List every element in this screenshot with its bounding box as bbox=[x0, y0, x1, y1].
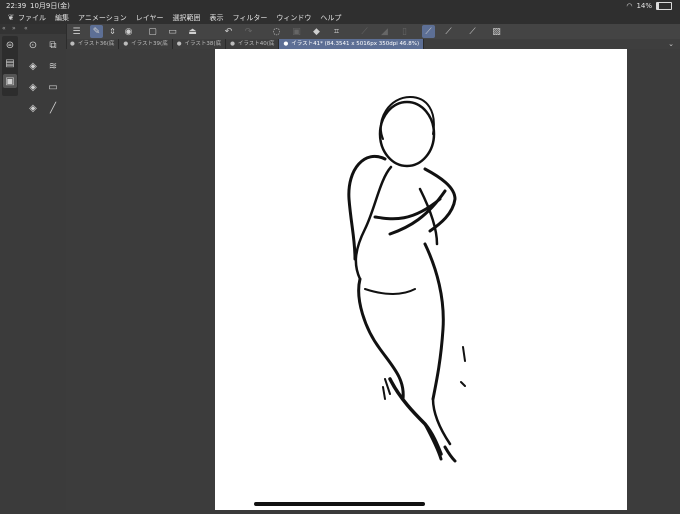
new-icon[interactable]: ▢ bbox=[146, 25, 159, 38]
menu-filter[interactable]: フィルター bbox=[233, 12, 268, 24]
menu-icon[interactable]: ☰ bbox=[70, 25, 83, 38]
home-indicator[interactable] bbox=[254, 502, 425, 506]
menu-selection[interactable]: 選択範囲 bbox=[173, 12, 201, 24]
status-time: 22:39 bbox=[6, 2, 27, 10]
sketch-right-leg bbox=[423, 242, 445, 401]
save-icon[interactable]: ⏏ bbox=[186, 25, 199, 38]
frame-icon[interactable]: ▯ bbox=[398, 25, 411, 38]
ruler-icon[interactable]: ⟋ bbox=[442, 25, 455, 38]
tab-dot: ● bbox=[123, 41, 129, 47]
lasso-icon[interactable]: ◌ bbox=[270, 25, 283, 38]
status-right: ◠ 14% bbox=[626, 0, 672, 12]
redo-icon[interactable]: ↷ bbox=[242, 25, 255, 38]
sketch-head-line bbox=[379, 96, 435, 140]
settings-icon[interactable]: ▧ bbox=[490, 25, 503, 38]
menu-bar: ❦ ファイル 編集 アニメーション レイヤー 選択範囲 表示 フィルター ウィン… bbox=[0, 12, 680, 24]
menu-edit[interactable]: 編集 bbox=[55, 12, 69, 24]
tab-label: イラスト39(底 bbox=[131, 41, 168, 47]
command-bar: ☰ ✎ ⇕ ◉ ▢ ▭ ⏏ ↶ ↷ ◌ ▣ ◆ ⌗ ⟋ ◢ ▯ ⟋ ⟋ ⟋ ▧ bbox=[66, 24, 680, 40]
collapse-icon[interactable]: « bbox=[24, 25, 28, 32]
transform-icon[interactable]: ⟋ bbox=[358, 25, 371, 38]
battery-icon bbox=[656, 2, 672, 10]
tab-dot: ● bbox=[230, 41, 235, 47]
document-icon[interactable]: ▤ bbox=[3, 56, 17, 70]
eraser-icon[interactable]: ◈ bbox=[26, 59, 40, 73]
pen-icon[interactable]: ✎ bbox=[90, 25, 103, 38]
wifi-icon: ◠ bbox=[626, 2, 633, 10]
undo-icon[interactable]: ↶ bbox=[222, 25, 235, 38]
tab-doc-38[interactable]: ● イラスト38(底 bbox=[173, 39, 227, 49]
tab-doc-36[interactable]: ● イラスト36(底 bbox=[66, 39, 120, 49]
chevron-down-icon[interactable]: ⌄ bbox=[668, 40, 674, 48]
tool-panel: « » « ⊜ ▤ ▣ ⊙ ⧉ ◈ ≋ ◈ ▭ ◈ ╱ bbox=[0, 24, 67, 510]
record-icon[interactable]: ◉ bbox=[122, 25, 135, 38]
snap-icon[interactable]: ⟋ bbox=[422, 25, 435, 38]
tab-label: イラスト38(底 bbox=[184, 41, 222, 47]
open-icon[interactable]: ▭ bbox=[166, 25, 179, 38]
crop-icon[interactable]: ⌗ bbox=[330, 25, 343, 38]
tab-dot: ● bbox=[176, 41, 182, 47]
sketch-left-leg bbox=[357, 277, 405, 401]
copy-icon[interactable]: ▣ bbox=[290, 25, 303, 38]
app-logo-icon[interactable]: ❦ bbox=[4, 12, 18, 24]
canvas-paper[interactable] bbox=[215, 49, 627, 510]
tab-label: イラスト40(底 bbox=[237, 41, 275, 47]
menu-layer[interactable]: レイヤー bbox=[136, 12, 164, 24]
tab-label: イラスト41* (84.3541 x 5016px 350dpi 46.8%) bbox=[291, 41, 420, 47]
edit-ruler-icon[interactable]: ⟋ bbox=[466, 25, 479, 38]
document-tabs: ● イラスト36(底 ● イラスト39(底 ● イラスト38(底 ● イラスト40(底 … bbox=[66, 39, 680, 49]
collapse-icon[interactable]: « bbox=[2, 25, 6, 32]
menu-animation[interactable]: アニメーション bbox=[78, 12, 127, 24]
command-icon[interactable]: ⊜ bbox=[3, 38, 17, 52]
tab-dot: ● bbox=[283, 41, 289, 47]
battery-fill bbox=[657, 3, 659, 9]
tab-doc-40[interactable]: ● イラスト40(底 bbox=[226, 39, 280, 49]
tab-label: イラスト36(底 bbox=[77, 41, 115, 47]
layers-icon[interactable]: ≋ bbox=[46, 59, 60, 73]
updown-icon[interactable]: ⇕ bbox=[106, 25, 119, 38]
tool-column: ⊜ ▤ ▣ bbox=[2, 36, 18, 96]
status-date: 10月9日(金) bbox=[30, 2, 70, 10]
fill-tool-icon[interactable]: ◈ bbox=[26, 80, 40, 94]
tab-doc-41[interactable]: ● イラスト41* (84.3541 x 5016px 350dpi 46.8%) bbox=[279, 39, 425, 49]
monitor-icon[interactable]: ▣ bbox=[3, 74, 17, 88]
fill-icon[interactable]: ◆ bbox=[310, 25, 323, 38]
menu-window[interactable]: ウィンドウ bbox=[276, 12, 311, 24]
menu-view[interactable]: 表示 bbox=[210, 12, 224, 24]
zoom-icon[interactable]: ⊙ bbox=[26, 38, 40, 52]
tab-dot: ● bbox=[70, 41, 75, 47]
sketch-back bbox=[347, 155, 387, 261]
menu-help[interactable]: ヘルプ bbox=[320, 12, 341, 24]
sketch-hip bbox=[364, 288, 416, 295]
sketch-head bbox=[378, 100, 436, 168]
layer-stack-icon[interactable]: ⧉ bbox=[46, 38, 60, 52]
panel-header: « » « bbox=[0, 24, 66, 34]
status-bar: 22:39 10月9日(金) ◠ 14% bbox=[0, 0, 680, 12]
sketch-spine bbox=[354, 165, 393, 281]
battery-text: 14% bbox=[636, 2, 652, 10]
expand-icon[interactable]: » bbox=[12, 25, 16, 32]
figure-sketch bbox=[347, 96, 466, 463]
folder-icon[interactable]: ▭ bbox=[46, 80, 60, 94]
gradient-icon[interactable]: ◢ bbox=[378, 25, 391, 38]
sketch-shin-back bbox=[431, 397, 452, 446]
pen-tool-icon[interactable]: ╱ bbox=[46, 101, 60, 115]
bucket-icon[interactable]: ◈ bbox=[26, 101, 40, 115]
menu-file[interactable]: ファイル bbox=[18, 12, 46, 24]
tab-doc-39[interactable]: ● イラスト39(底 bbox=[119, 39, 173, 49]
